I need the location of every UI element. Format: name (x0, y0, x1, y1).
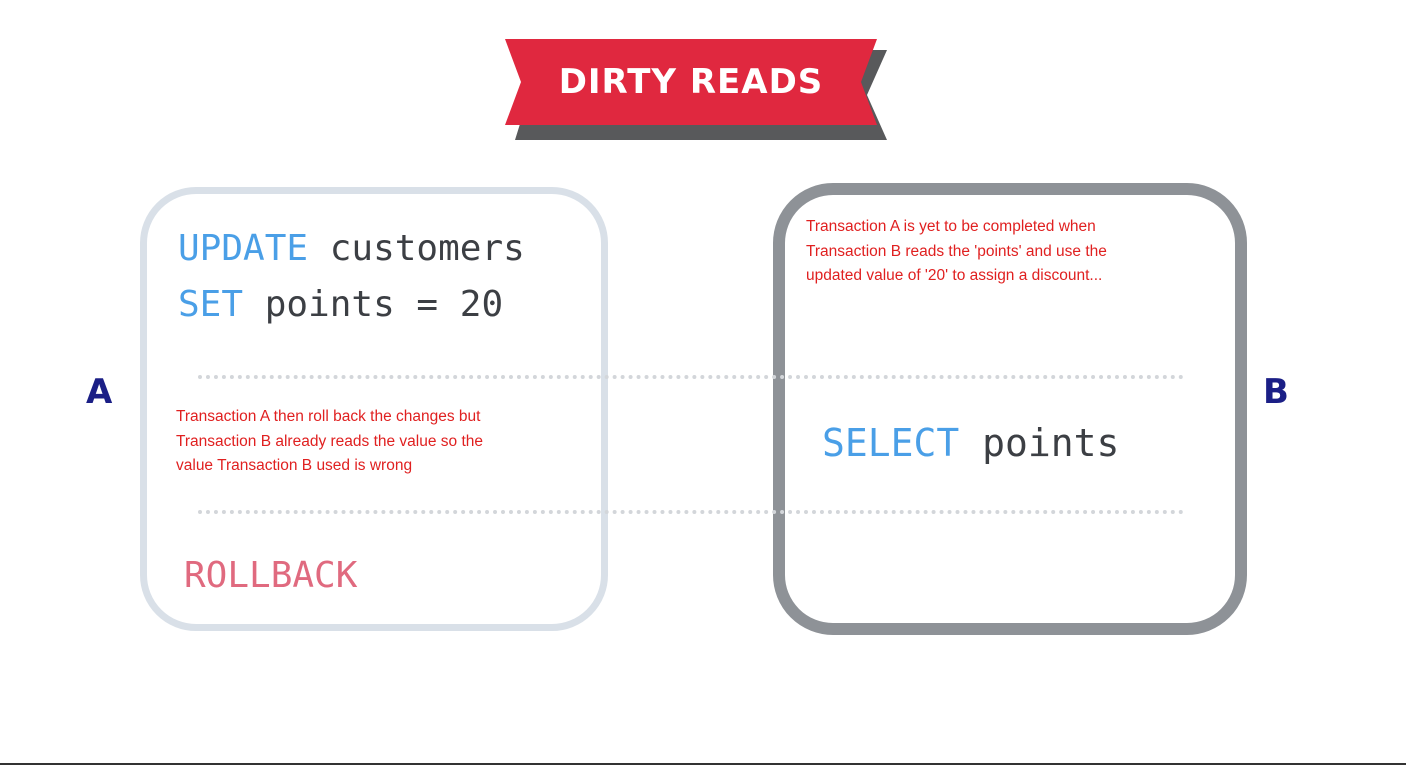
sql-keyword: UPDATE (178, 228, 309, 269)
page-title: DIRTY READS (558, 62, 824, 102)
note-line: Transaction A then roll back the changes… (176, 408, 481, 425)
note-line: Transaction B reads the 'points' and use… (806, 242, 1107, 260)
transaction-b-label: B (1263, 372, 1289, 412)
sql-keyword: SELECT (822, 421, 960, 465)
note-line: Transaction A is yet to be completed whe… (806, 218, 1096, 235)
note-line: value Transaction B used is wrong (176, 457, 413, 474)
rollback-statement: ROLLBACK (184, 555, 358, 596)
sql-text: points = 20 (243, 284, 504, 325)
update-statement: UPDATE customers (178, 228, 525, 269)
sql-text: customers (308, 228, 525, 269)
note-line: Transaction B already reads the value so… (176, 432, 484, 450)
note-line: updated value of '20' to assign a discou… (806, 267, 1103, 284)
transaction-b-note: Transaction A is yet to be completed whe… (806, 215, 1206, 289)
timeline-separator (198, 375, 1184, 379)
set-statement: SET points = 20 (178, 284, 503, 325)
transaction-a-note: Transaction A then roll back the changes… (176, 405, 576, 479)
sql-keyword: SET (178, 284, 244, 325)
transaction-a-label: A (86, 372, 113, 412)
timeline-separator (198, 510, 1184, 514)
select-statement: SELECT points (822, 421, 1119, 465)
sql-text: points (959, 421, 1120, 465)
